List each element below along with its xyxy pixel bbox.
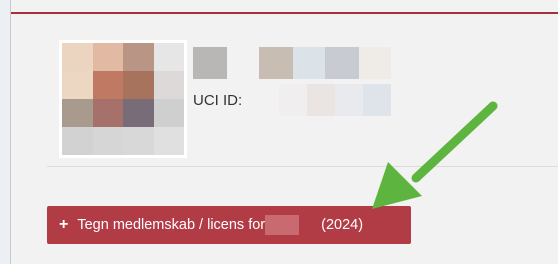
redacted-name: [193, 47, 391, 79]
redacted-uci-id: [279, 84, 391, 116]
plus-icon: +: [59, 216, 69, 233]
redacted-name-tile: [193, 47, 227, 79]
photo-tile: [92, 71, 123, 99]
photo-tile: [92, 99, 123, 127]
membership-panel: UCI ID: + Tegn medlemskab / licens for (…: [10, 0, 558, 264]
divider: [47, 166, 558, 167]
photo-tile: [153, 71, 184, 99]
uci-id-label: UCI ID:: [193, 92, 243, 109]
photo-tile: [92, 127, 123, 155]
sign-button-label: Tegn medlemskab / licens for: [77, 217, 266, 233]
redacted-name-tile: [227, 47, 259, 79]
sign-membership-license-button[interactable]: + Tegn medlemskab / licens for (2024): [47, 206, 411, 244]
redacted-uci-tile: [335, 84, 363, 116]
redacted-name-tile: [325, 47, 359, 79]
photo-tile: [62, 43, 93, 71]
profile-photo-pixelated: [62, 43, 184, 155]
panel-top-line: [11, 12, 558, 14]
photo-tile: [153, 43, 184, 71]
photo-tile: [92, 43, 123, 71]
photo-tile: [123, 127, 154, 155]
redacted-name-tile: [259, 47, 293, 79]
photo-tile: [153, 99, 184, 127]
photo-tile: [62, 127, 93, 155]
photo-tile: [123, 43, 154, 71]
redacted-uci-tile: [279, 84, 307, 116]
redacted-uci-tile: [363, 84, 391, 116]
photo-tile: [62, 99, 93, 127]
photo-tile: [123, 99, 154, 127]
photo-tile: [62, 71, 93, 99]
photo-tile: [153, 127, 184, 155]
redacted-uci-tile: [307, 84, 335, 116]
sign-button-year: (2024): [321, 217, 364, 233]
redacted-name-tile: [293, 47, 325, 79]
profile-photo: [59, 40, 187, 158]
redacted-name-inline: [265, 215, 300, 235]
photo-tile: [123, 71, 154, 99]
redacted-name-tile: [359, 47, 391, 79]
